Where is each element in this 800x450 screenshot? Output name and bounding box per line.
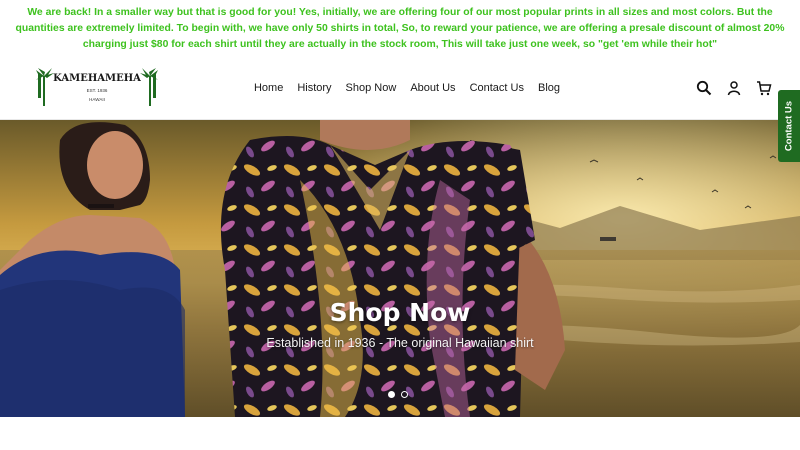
slide-dot-1[interactable]: [388, 391, 395, 398]
slideshow-dots: [388, 391, 408, 398]
nav-blog[interactable]: Blog: [538, 82, 560, 94]
contact-us-tab-label: Contact Us: [783, 100, 795, 152]
nav-contact-us[interactable]: Contact Us: [470, 82, 524, 94]
search-icon[interactable]: [696, 80, 712, 96]
man-figure: [220, 120, 565, 417]
nav-about-us[interactable]: About Us: [410, 82, 455, 94]
nav-history[interactable]: History: [297, 82, 331, 94]
hero-subtitle: Established in 1936 - The original Hawai…: [266, 336, 534, 350]
nav-home[interactable]: Home: [254, 82, 283, 94]
site-header: KAMEHAMEHA EST. 1936 HAWAII Home History…: [0, 56, 800, 120]
nav-shop-now[interactable]: Shop Now: [346, 82, 397, 94]
contact-us-tab[interactable]: Contact Us: [778, 90, 800, 162]
announcement-line: We are back! In a smaller way but that i…: [27, 7, 773, 18]
announcement-line: quantities are extremely limited. To beg…: [15, 23, 785, 34]
hero-banner[interactable]: Shop Now Established in 1936 - The origi…: [0, 120, 800, 417]
account-icon[interactable]: [726, 80, 742, 96]
announcement-bar: We are back! In a smaller way but that i…: [0, 0, 800, 56]
main-nav: Home History Shop Now About Us Contact U…: [0, 56, 800, 119]
hero-image: [0, 120, 800, 417]
cart-icon[interactable]: [756, 80, 772, 96]
slide-dot-2[interactable]: [401, 391, 408, 398]
header-icons: [696, 80, 772, 96]
hero-title[interactable]: Shop Now: [0, 298, 800, 327]
announcement-line: charging just $80 for each shirt until t…: [82, 39, 718, 50]
